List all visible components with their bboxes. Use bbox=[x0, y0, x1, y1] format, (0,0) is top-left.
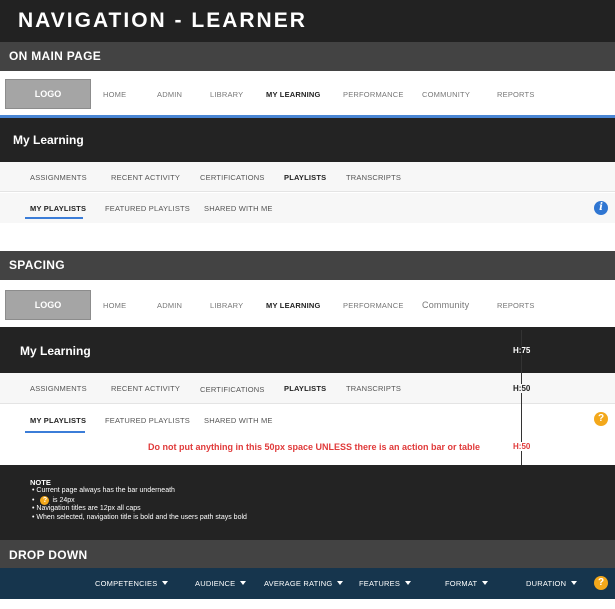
filter-duration-dropdown[interactable]: DURATION bbox=[526, 579, 578, 588]
page-heading: My Learning bbox=[13, 133, 84, 147]
note-line: • Current page always has the bar undern… bbox=[32, 487, 175, 494]
logo[interactable]: LOGO bbox=[5, 290, 91, 320]
info-icon[interactable]: i bbox=[594, 201, 608, 215]
tab-assignments[interactable]: ASSIGNMENTS bbox=[30, 384, 87, 393]
active-subtab-underline bbox=[25, 217, 83, 219]
chevron-down-icon bbox=[240, 581, 247, 585]
notes-panel: NOTE • Current page always has the bar u… bbox=[0, 465, 615, 541]
nav-item-reports[interactable]: REPORTS bbox=[497, 301, 535, 310]
page-heading: My Learning bbox=[20, 344, 91, 358]
dropdown-label: AVERAGE RATING bbox=[264, 579, 333, 588]
subtab-featured-playlists[interactable]: FEATURED PLAYLISTS bbox=[105, 204, 190, 213]
filter-features-dropdown[interactable]: FEATURES bbox=[359, 579, 412, 588]
tab-assignments[interactable]: ASSIGNMENTS bbox=[30, 173, 87, 182]
chevron-down-icon bbox=[482, 581, 489, 585]
nav-item-performance[interactable]: PERFORMANCE bbox=[343, 301, 404, 310]
filter-format-dropdown[interactable]: FORMAT bbox=[445, 579, 489, 588]
tab-recent-activity[interactable]: RECENT ACTIVITY bbox=[111, 384, 180, 393]
subtab-my-playlists[interactable]: MY PLAYLISTS bbox=[30, 416, 86, 425]
nav-item-library[interactable]: LIBRARY bbox=[210, 90, 243, 99]
logo[interactable]: LOGO bbox=[5, 79, 91, 109]
section-title: SPACING bbox=[9, 258, 65, 272]
note-text: is 24px bbox=[52, 497, 75, 504]
dropdown-label: FORMAT bbox=[445, 579, 478, 588]
nav-item-reports[interactable]: REPORTS bbox=[497, 90, 535, 99]
subtab-bar: MY PLAYLISTS FEATURED PLAYLISTS SHARED W… bbox=[0, 193, 615, 223]
nav-item-my-learning[interactable]: MY LEARNING bbox=[266, 301, 321, 310]
filter-average-rating-dropdown[interactable]: AVERAGE RATING bbox=[264, 579, 344, 588]
filter-audience-dropdown[interactable]: AUDIENCE bbox=[195, 579, 247, 588]
chevron-down-icon bbox=[405, 581, 412, 585]
nav-item-home[interactable]: HOME bbox=[103, 90, 126, 99]
help-icon: ? bbox=[40, 496, 50, 505]
section-header-dropdown: DROP DOWN bbox=[0, 540, 615, 568]
page-heading-bar: My Learning bbox=[0, 118, 615, 162]
dropdown-label: AUDIENCE bbox=[195, 579, 236, 588]
help-icon[interactable]: ? bbox=[594, 412, 608, 426]
tab-certifications[interactable]: CERTIFICATIONS bbox=[200, 385, 265, 394]
section-header-main: ON MAIN PAGE bbox=[0, 42, 615, 71]
chevron-down-icon bbox=[337, 581, 344, 585]
subtab-bar: MY PLAYLISTS FEATURED PLAYLISTS SHARED W… bbox=[0, 404, 615, 435]
subtab-my-playlists[interactable]: MY PLAYLISTS bbox=[30, 204, 86, 213]
note-line: • ? is 24px bbox=[32, 496, 75, 505]
active-subtab-underline bbox=[25, 431, 85, 433]
tab-recent-activity[interactable]: RECENT ACTIVITY bbox=[111, 173, 180, 182]
nav-item-my-learning[interactable]: MY LEARNING bbox=[266, 90, 321, 99]
nav-item-community[interactable]: Community bbox=[422, 300, 469, 310]
page-header: NAVIGATION - LEARNER bbox=[0, 0, 615, 42]
note-title: NOTE bbox=[30, 478, 51, 487]
height-50-label: H:50 bbox=[512, 442, 532, 451]
section-title: ON MAIN PAGE bbox=[9, 49, 102, 63]
tab-playlists[interactable]: PLAYLISTS bbox=[284, 384, 326, 393]
nav-item-performance[interactable]: PERFORMANCE bbox=[343, 90, 404, 99]
note-bullet: • bbox=[32, 497, 35, 504]
subtab-shared-with-me[interactable]: SHARED WITH ME bbox=[204, 416, 273, 425]
tab-certifications[interactable]: CERTIFICATIONS bbox=[200, 173, 265, 182]
subtab-shared-with-me[interactable]: SHARED WITH ME bbox=[204, 204, 273, 213]
nav-item-home[interactable]: HOME bbox=[103, 301, 126, 310]
nav-item-library[interactable]: LIBRARY bbox=[210, 301, 243, 310]
section-header-spacing: SPACING bbox=[0, 251, 615, 280]
filter-bar: COMPETENCIES AUDIENCE AVERAGE RATING FEA… bbox=[0, 568, 615, 599]
tab-transcripts[interactable]: TRANSCRIPTS bbox=[346, 384, 401, 393]
tab-playlists[interactable]: PLAYLISTS bbox=[284, 173, 326, 182]
note-line: • When selected, navigation title is bol… bbox=[32, 514, 247, 521]
nav-item-admin[interactable]: ADMIN bbox=[157, 90, 182, 99]
filter-competencies-dropdown[interactable]: COMPETENCIES bbox=[95, 579, 169, 588]
spacing-warning: Do not put anything in this 50px space U… bbox=[148, 442, 481, 452]
height-50-label: H:50 bbox=[512, 384, 532, 393]
note-line: • Navigation titles are 12px all caps bbox=[32, 505, 141, 512]
top-navigation: LOGO HOME ADMIN LIBRARY MY LEARNING PERF… bbox=[0, 280, 615, 327]
dropdown-label: FEATURES bbox=[359, 579, 401, 588]
top-navigation: LOGO HOME ADMIN LIBRARY MY LEARNING PERF… bbox=[0, 71, 615, 115]
dropdown-label: COMPETENCIES bbox=[95, 579, 158, 588]
help-icon[interactable]: ? bbox=[594, 576, 608, 590]
subtab-featured-playlists[interactable]: FEATURED PLAYLISTS bbox=[105, 416, 190, 425]
nav-item-community[interactable]: COMMUNITY bbox=[422, 90, 470, 99]
dropdown-label: DURATION bbox=[526, 579, 567, 588]
tab-bar: ASSIGNMENTS RECENT ACTIVITY CERTIFICATIO… bbox=[0, 162, 615, 192]
nav-item-admin[interactable]: ADMIN bbox=[157, 301, 182, 310]
page-title: NAVIGATION - LEARNER bbox=[18, 9, 307, 32]
section-title: DROP DOWN bbox=[9, 548, 88, 562]
chevron-down-icon bbox=[571, 581, 578, 585]
chevron-down-icon bbox=[162, 581, 169, 585]
tab-transcripts[interactable]: TRANSCRIPTS bbox=[346, 173, 401, 182]
height-75-label: H:75 bbox=[512, 346, 532, 355]
